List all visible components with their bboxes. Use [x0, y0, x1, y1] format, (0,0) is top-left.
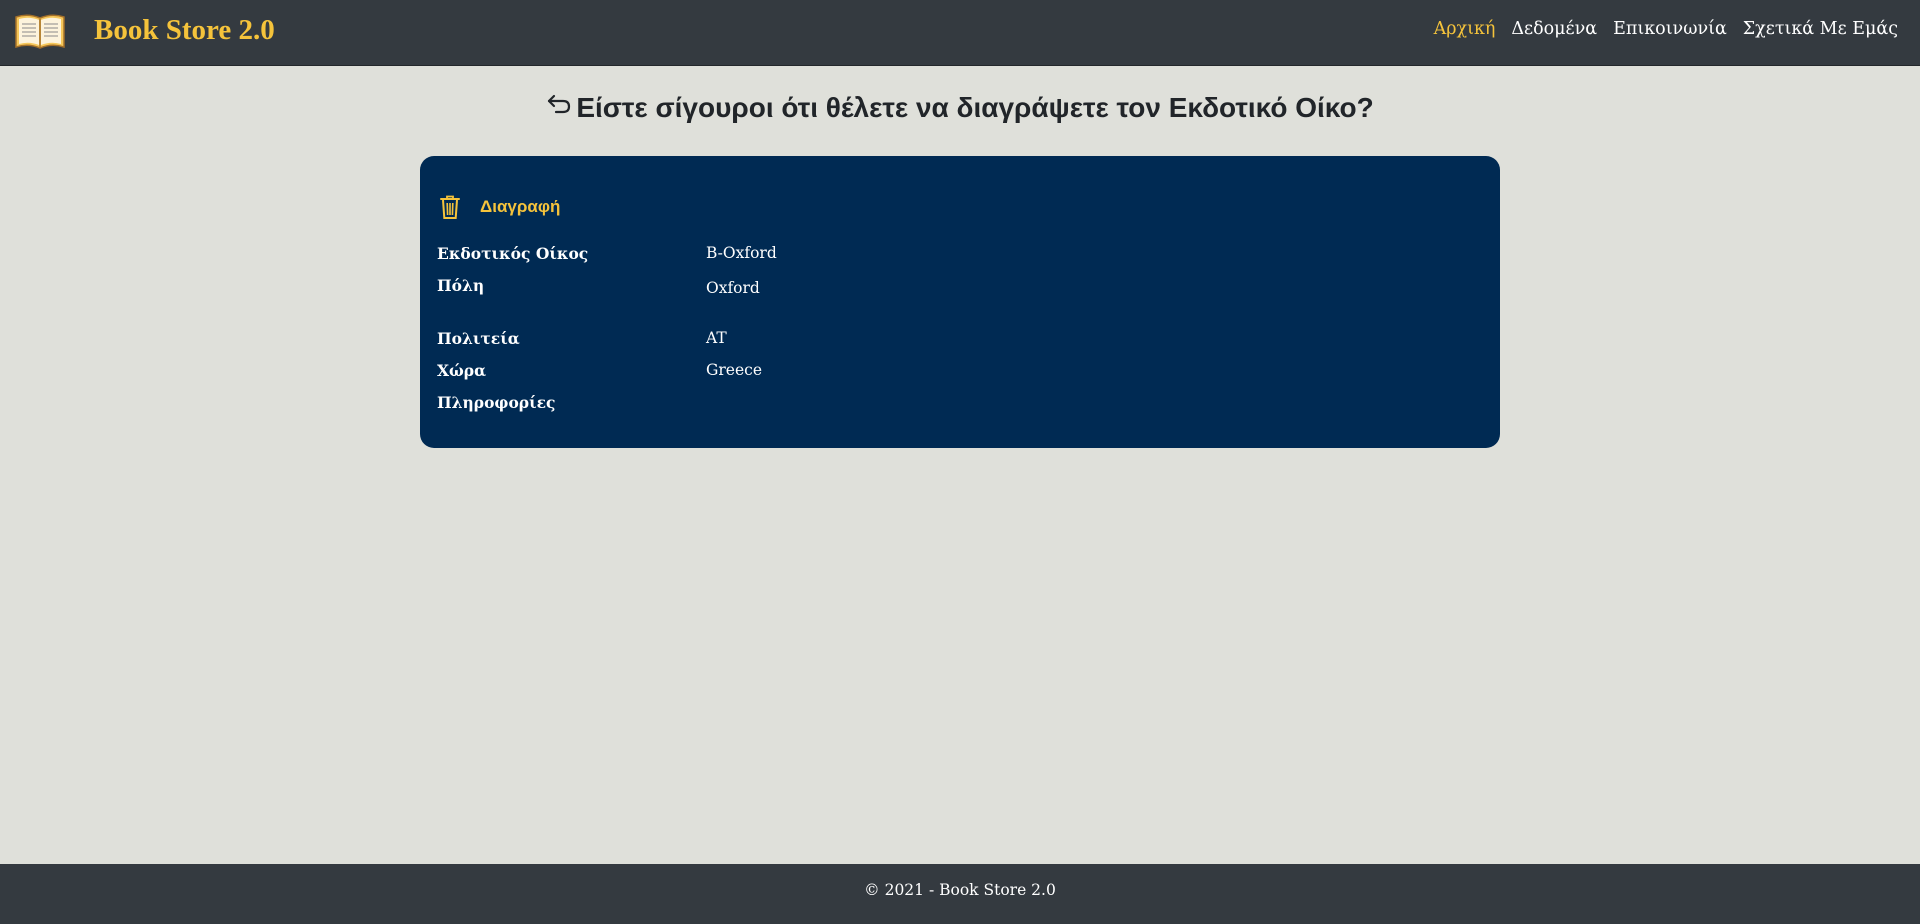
publisher-details-card: Διαγραφή Εκδοτικός Οίκος B-Oxford Πόλη O… [420, 156, 1500, 448]
nav-link-home[interactable]: Αρχική [1434, 19, 1496, 39]
nav-menu: Αρχική Δεδομένα Επικοινωνία Σχετικά Με Ε… [1434, 19, 1898, 39]
nav-link-data[interactable]: Δεδομένα [1511, 19, 1597, 39]
trash-icon [440, 195, 460, 219]
city-label: Πόλη [437, 276, 485, 295]
brand-link[interactable]: Book Store 2.0 [94, 14, 275, 47]
country-label: Χώρα [437, 361, 487, 380]
publisher-value: B-Oxford [706, 244, 777, 262]
page-title-text: Είστε σίγουροι ότι θέλετε να διαγράψετε … [576, 92, 1374, 123]
page-title: Είστε σίγουροι ότι θέλετε να διαγράψετε … [0, 92, 1920, 126]
publisher-label: Εκδοτικός Οίκος [437, 244, 589, 263]
info-label: Πληροφορίες [437, 393, 556, 412]
navbar: Book Store 2.0 Αρχική Δεδομένα Επικοινων… [0, 0, 1920, 66]
state-label: Πολιτεία [437, 329, 520, 348]
footer: © 2021 - Book Store 2.0 [0, 864, 1920, 924]
delete-label: Διαγραφή [480, 197, 561, 216]
back-button[interactable] [546, 90, 572, 122]
delete-button[interactable]: Διαγραφή [438, 194, 560, 220]
footer-copyright: © 2021 - Book Store 2.0 [864, 881, 1056, 899]
nav-link-about[interactable]: Σχετικά Με Εμάς [1743, 19, 1898, 39]
city-value: Oxford [706, 279, 760, 297]
back-arrow-icon [548, 94, 571, 113]
nav-link-contact[interactable]: Επικοινωνία [1613, 19, 1727, 39]
open-book-icon[interactable] [14, 11, 66, 51]
country-value: Greece [706, 361, 762, 379]
state-value: AT [706, 329, 727, 347]
